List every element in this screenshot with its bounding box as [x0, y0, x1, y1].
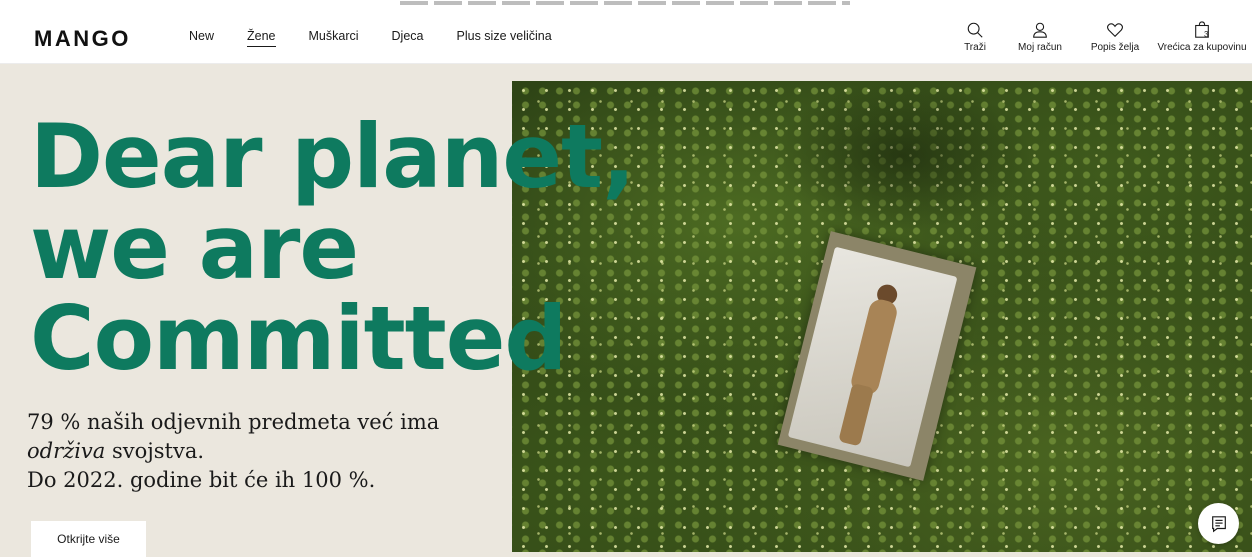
- headline-line-3: Committed: [30, 287, 567, 390]
- shadow-area: [772, 81, 1032, 231]
- wishlist-label: Popis želja: [1090, 42, 1140, 53]
- bag-count-badge: 3: [1204, 30, 1209, 39]
- chat-button[interactable]: [1198, 503, 1239, 544]
- subtext-line-2: održiva svojstva.: [27, 437, 447, 466]
- main-nav: New Žene Muškarci Djeca Plus size veliči…: [189, 29, 585, 47]
- hero-subtext: 79 % naših odjevnih predmeta već ima odr…: [27, 408, 447, 495]
- search-icon: [967, 22, 983, 38]
- chat-icon: [1211, 515, 1226, 532]
- subtext-italic-word: održiva: [27, 439, 106, 463]
- search-button[interactable]: Traži: [952, 21, 998, 53]
- user-icon: [1033, 22, 1047, 38]
- headline-line-2: we are: [30, 196, 359, 299]
- subtext-line-2-rest: svojstva.: [105, 439, 205, 463]
- header-tools: Traži Moj račun Popis želja 3 Vrećica za…: [952, 21, 1252, 53]
- top-announcement-strip: [0, 0, 1252, 9]
- account-button[interactable]: Moj račun: [1005, 21, 1075, 53]
- mango-logo[interactable]: MANGO: [34, 26, 131, 52]
- site-header: MANGO New Žene Muškarci Djeca Plus size …: [0, 9, 1252, 64]
- nav-item-muskarci[interactable]: Muškarci: [309, 29, 359, 47]
- subtext-line-1: 79 % naših odjevnih predmeta već ima: [27, 410, 440, 434]
- nav-item-plus-size[interactable]: Plus size veličina: [457, 29, 552, 47]
- nav-item-new[interactable]: New: [189, 29, 214, 47]
- person-legs: [838, 382, 875, 447]
- heart-icon: [1107, 23, 1123, 38]
- wishlist-button[interactable]: Popis želja: [1082, 21, 1148, 53]
- hero-section: Dear planet, we are Committed 79 % naših…: [0, 64, 1252, 557]
- nav-item-djeca[interactable]: Djeca: [392, 29, 424, 47]
- announcement-text-placeholder: [400, 1, 850, 5]
- nav-item-zene[interactable]: Žene: [247, 29, 276, 47]
- subtext-line-3: Do 2022. godine bit će ih 100 %.: [27, 468, 376, 492]
- hero-headline: Dear planet, we are Committed: [30, 105, 636, 390]
- search-label: Traži: [964, 42, 986, 53]
- person-body: [848, 297, 900, 397]
- headline-line-1: Dear planet,: [30, 105, 636, 208]
- account-label: Moj račun: [1018, 42, 1062, 53]
- shopping-bag-button[interactable]: 3 Vrećica za kupovinu: [1152, 21, 1252, 53]
- bag-label: Vrećica za kupovinu: [1157, 42, 1247, 53]
